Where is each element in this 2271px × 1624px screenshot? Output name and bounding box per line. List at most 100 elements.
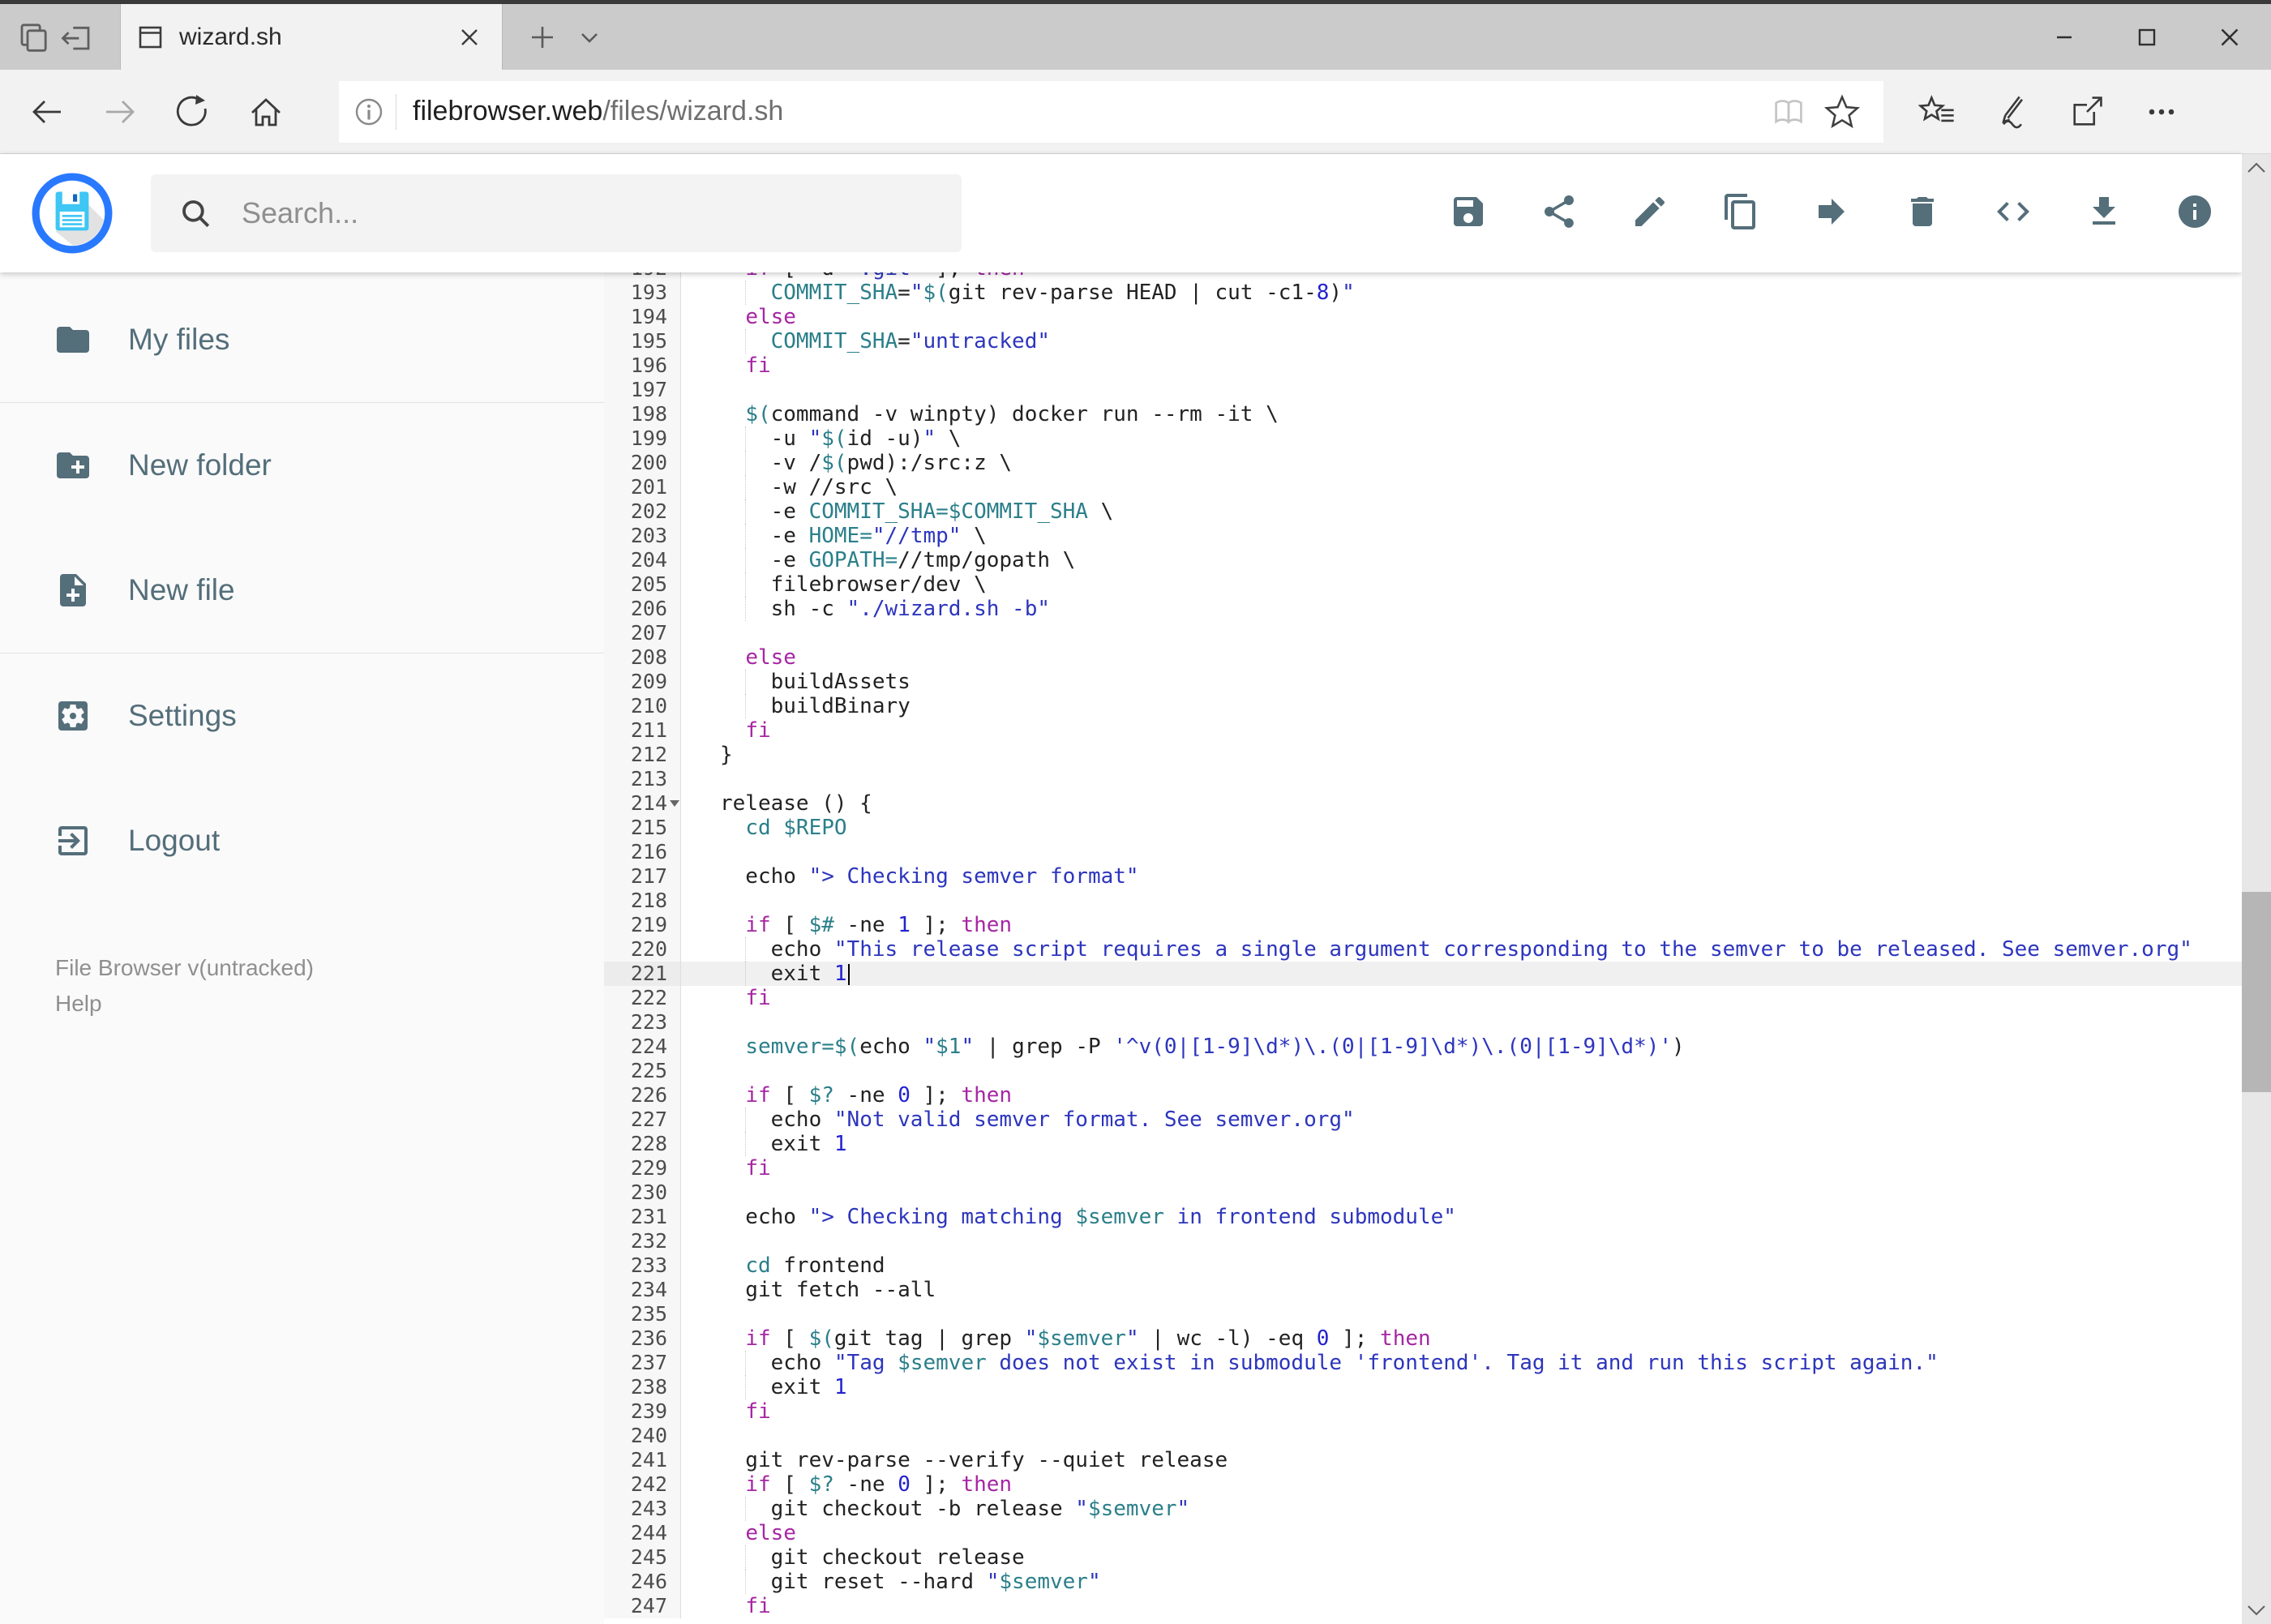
minimize-button[interactable] [2023, 4, 2106, 70]
code-editor[interactable]: 192 if [ -d ".git" ]; then193 COMMIT_SHA… [604, 272, 2242, 1624]
code-line[interactable]: exit 1 [681, 1132, 2242, 1156]
address-bar[interactable]: filebrowser.web/files/wizard.sh [339, 80, 1883, 143]
set-tabs-aside-button[interactable] [55, 15, 99, 59]
code-line[interactable]: echo "> Checking matching $semver in fro… [681, 1205, 2242, 1229]
code-line[interactable]: release () { [681, 791, 2242, 816]
code-line[interactable]: cd frontend [681, 1253, 2242, 1278]
web-notes-button[interactable] [1977, 81, 2047, 143]
download-button[interactable] [2085, 194, 2123, 233]
favorites-hub-button[interactable] [1903, 81, 1973, 143]
delete-button[interactable] [1903, 194, 1942, 233]
share-button[interactable] [1540, 194, 1579, 233]
code-line[interactable]: exit 1 [681, 1375, 2242, 1399]
refresh-button[interactable] [162, 81, 224, 143]
code-line[interactable]: if [ $# -ne 1 ]; then [681, 913, 2242, 937]
code-line[interactable]: } [681, 743, 2242, 767]
code-line[interactable] [681, 889, 2242, 913]
save-button[interactable] [1449, 194, 1488, 233]
code-line[interactable]: fi [681, 1156, 2242, 1181]
code-line[interactable]: fi [681, 354, 2242, 378]
code-line[interactable] [681, 1181, 2242, 1205]
forward-button[interactable] [89, 81, 151, 143]
code-line[interactable]: fi [681, 718, 2242, 743]
code-line[interactable]: git rev-parse --verify --quiet release [681, 1448, 2242, 1472]
back-button[interactable] [16, 81, 78, 143]
code-line[interactable]: -e COMMIT_SHA=$COMMIT_SHA \ [681, 499, 2242, 524]
code-line[interactable]: git checkout -b release "$semver" [681, 1497, 2242, 1521]
tab-preview-button[interactable] [11, 15, 55, 59]
code-line[interactable]: -v /$(pwd):/src:z \ [681, 451, 2242, 475]
url-text[interactable]: filebrowser.web/files/wizard.sh [413, 96, 783, 127]
code-line[interactable]: $(command -v winpty) docker run --rm -it… [681, 402, 2242, 426]
code-line[interactable]: -w //src \ [681, 475, 2242, 499]
search-input[interactable] [151, 174, 962, 252]
code-line[interactable]: else [681, 645, 2242, 670]
tab-list-button[interactable] [566, 14, 613, 61]
code-line[interactable]: else [681, 305, 2242, 329]
code-line[interactable]: echo "This release script requires a sin… [681, 937, 2242, 962]
code-line[interactable]: git checkout release [681, 1545, 2242, 1570]
filebrowser-logo[interactable] [31, 172, 114, 255]
sidebar-item-logout[interactable]: Logout [0, 778, 604, 903]
settings-menu-button[interactable] [2127, 81, 2196, 143]
maximize-button[interactable] [2106, 4, 2188, 70]
code-line[interactable]: exit 1 [681, 962, 2242, 986]
code-line[interactable]: semver=$(echo "$1" | grep -P '^v(0|[1-9]… [681, 1035, 2242, 1059]
code-line[interactable]: -e HOME="//tmp" \ [681, 524, 2242, 548]
code-line[interactable]: else [681, 1521, 2242, 1545]
code-line[interactable]: filebrowser/dev \ [681, 572, 2242, 597]
code-line[interactable]: COMMIT_SHA="$(git rev-parse HEAD | cut -… [681, 281, 2242, 305]
code-line[interactable] [681, 1424, 2242, 1448]
code-line[interactable]: git reset --hard "$semver" [681, 1570, 2242, 1594]
move-button[interactable] [1812, 194, 1851, 233]
sidebar-item-new-file[interactable]: New file [0, 528, 604, 653]
sidebar-item-new-folder[interactable]: New folder [0, 403, 604, 528]
code-line[interactable]: buildAssets [681, 670, 2242, 694]
close-window-button[interactable] [2188, 4, 2271, 70]
code-line[interactable] [681, 767, 2242, 791]
code-line[interactable]: -u "$(id -u)" \ [681, 426, 2242, 451]
code-line[interactable]: fi [681, 1399, 2242, 1424]
code-line[interactable] [681, 378, 2242, 402]
scrollbar-thumb[interactable] [2242, 892, 2271, 1092]
code-line[interactable]: COMMIT_SHA="untracked" [681, 329, 2242, 354]
site-info-icon[interactable] [354, 96, 384, 127]
code-line[interactable]: -e GOPATH=//tmp/gopath \ [681, 548, 2242, 572]
code-line[interactable]: if [ $(git tag | grep "$semver" | wc -l)… [681, 1326, 2242, 1351]
scroll-down-button[interactable] [2242, 1596, 2271, 1624]
reading-view-button[interactable] [1762, 85, 1815, 139]
browser-tab[interactable]: wizard.sh [120, 4, 503, 70]
edit-button[interactable] [1630, 194, 1669, 233]
code-line[interactable]: echo "> Checking semver format" [681, 864, 2242, 889]
code-line[interactable]: echo "Tag $semver does not exist in subm… [681, 1351, 2242, 1375]
sidebar-item-my-files[interactable]: My files [0, 277, 604, 402]
info-button[interactable] [2175, 194, 2214, 233]
home-button[interactable] [235, 81, 297, 143]
code-line[interactable]: fi [681, 1594, 2242, 1618]
code-line[interactable] [681, 1229, 2242, 1253]
copy-button[interactable] [1721, 193, 1760, 233]
code-line[interactable] [681, 1010, 2242, 1035]
code-line[interactable]: if [ $? -ne 0 ]; then [681, 1472, 2242, 1497]
new-tab-button[interactable] [519, 14, 566, 61]
sidebar-item-settings[interactable]: Settings [0, 653, 604, 778]
add-favorite-button[interactable] [1815, 85, 1869, 139]
fold-marker-icon[interactable] [670, 800, 679, 812]
tab-close-button[interactable] [452, 19, 487, 55]
code-line[interactable] [681, 840, 2242, 864]
share-page-button[interactable] [2052, 81, 2122, 143]
code-line[interactable] [681, 1302, 2242, 1326]
code-line[interactable]: if [ $? -ne 0 ]; then [681, 1083, 2242, 1108]
code-line[interactable]: echo "Not valid semver format. See semve… [681, 1108, 2242, 1132]
code-line[interactable]: buildBinary [681, 694, 2242, 718]
code-line[interactable] [681, 621, 2242, 645]
code-line[interactable]: git fetch --all [681, 1278, 2242, 1302]
scroll-up-button[interactable] [2242, 154, 2271, 182]
help-link[interactable]: Help [55, 986, 604, 1022]
code-button[interactable] [1994, 194, 2033, 233]
code-line[interactable] [681, 1059, 2242, 1083]
code-line[interactable]: cd $REPO [681, 816, 2242, 840]
code-line[interactable]: fi [681, 986, 2242, 1010]
code-line[interactable]: sh -c "./wizard.sh -b" [681, 597, 2242, 621]
code-line[interactable]: if [ -d ".git" ]; then [681, 272, 2242, 281]
